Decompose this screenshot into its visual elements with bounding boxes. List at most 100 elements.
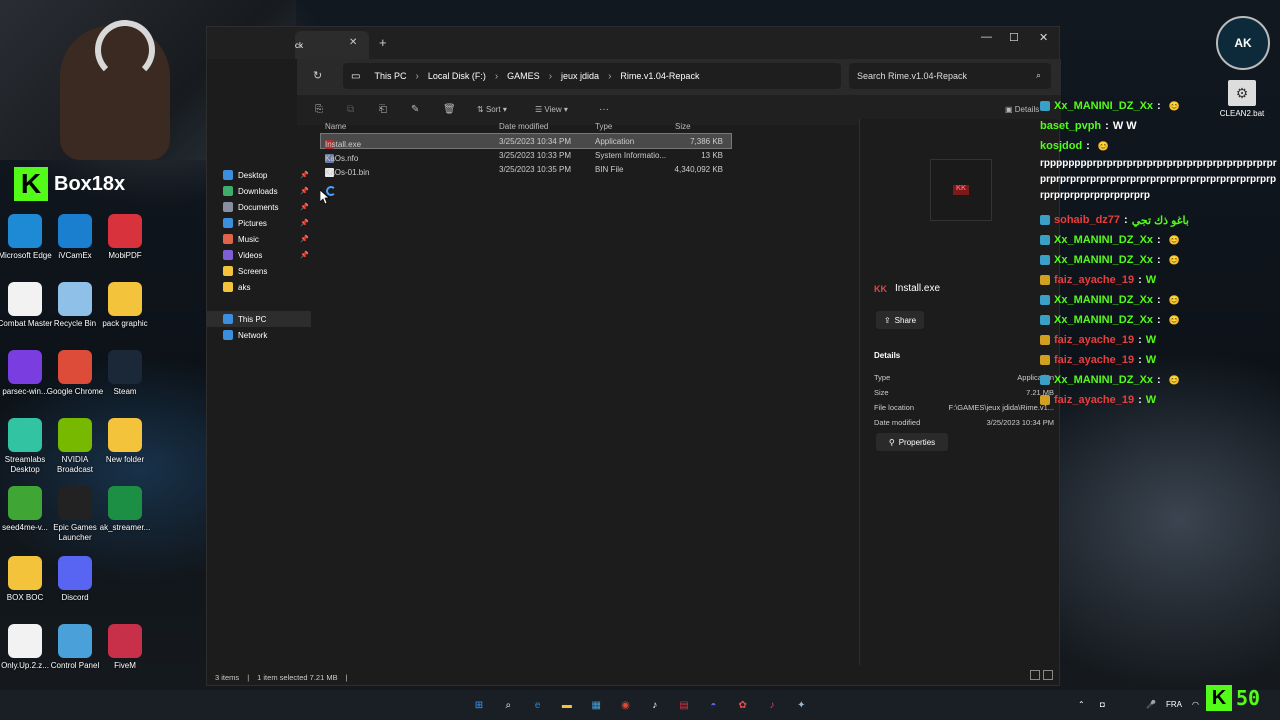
desktop-icon-label: seed4me-v...	[2, 523, 48, 532]
tiles-view-button[interactable]	[1043, 670, 1053, 680]
share-icon: ⇪	[883, 315, 891, 325]
kick-logo-icon: K	[1206, 685, 1232, 711]
nav-item[interactable]: Desktop 📌	[207, 167, 311, 183]
minimize-button[interactable]: —	[981, 31, 992, 43]
chrome-icon	[58, 350, 92, 384]
details-view-button[interactable]	[1030, 670, 1040, 680]
desktop-icon[interactable]: ak_streamer...	[96, 486, 154, 533]
file-icon	[8, 624, 42, 658]
viewer-count: 50	[1236, 686, 1261, 710]
view-button[interactable]: ☰ View ▾	[535, 105, 568, 114]
file-explorer-icon[interactable]: ▬	[558, 696, 576, 714]
refresh-icon[interactable]: ↻	[313, 69, 322, 82]
maximize-button[interactable]: ☐	[1009, 31, 1019, 44]
app-icon[interactable]: ✿	[734, 696, 752, 714]
more-options-icon[interactable]: ···	[599, 104, 609, 115]
blank-icon	[108, 556, 142, 590]
news-icon[interactable]: ▤	[675, 696, 693, 714]
microphone-icon[interactable]: 🎤	[1146, 700, 1156, 709]
cut-icon[interactable]: ⎘	[315, 104, 323, 115]
discord-icon	[58, 556, 92, 590]
desktop-icon[interactable]: MobiPDF	[96, 214, 154, 261]
chat-username: Xx_MANINI_DZ_Xx	[1054, 374, 1154, 386]
properties-button[interactable]: ⚲ Properties	[876, 433, 948, 451]
search-input[interactable]: Search Rime.v1.04-Repack ⌕	[849, 63, 1051, 89]
chat-message-text: W	[1145, 394, 1157, 406]
nav-item[interactable]: This PC	[207, 311, 311, 327]
new-tab-button[interactable]: +	[379, 35, 387, 50]
start-icon[interactable]: ⊞	[470, 696, 488, 714]
nav-item[interactable]: Pictures 📌	[207, 215, 311, 231]
folder-icon	[8, 556, 42, 590]
tiktok-live-icon[interactable]: ♪	[763, 696, 781, 714]
nav-item[interactable]: Network	[207, 327, 311, 343]
breadcrumb[interactable]: ▭ This PC › Local Disk (F:) › GAMES › jeux …	[343, 63, 841, 89]
chat-colon: :	[1138, 354, 1142, 366]
desktop-icon[interactable]: New folder	[96, 418, 154, 465]
nav-item[interactable]: Music 📌	[207, 231, 311, 247]
tab-close-icon[interactable]: ✕	[349, 37, 357, 48]
desktop-icon[interactable]: Steam	[96, 350, 154, 397]
nav-item[interactable]: Videos 📌	[207, 247, 311, 263]
breadcrumb-item[interactable]: This PC	[374, 71, 406, 81]
chevron-up-icon[interactable]: ⌃	[1078, 700, 1085, 709]
file-explorer-window: ck ✕ + — ☐ ✕ ↻ ▭ This PC › Local Disk (F:…	[206, 26, 1061, 686]
column-header-name[interactable]: Name	[325, 122, 346, 131]
chat-overlay: Xx_MANINI_DZ_Xx : 😊 baset_pvph :W Wkosjdod…	[1040, 96, 1280, 410]
desktop-icon[interactable]: pack graphic	[96, 282, 154, 329]
breadcrumb-item[interactable]: Local Disk (F:)	[428, 71, 486, 81]
desktop-icon-label: MobiPDF	[108, 251, 142, 260]
file-date: 3/25/2023 10:33 PM	[499, 151, 572, 160]
store-icon[interactable]: ▦	[587, 696, 605, 714]
sort-button[interactable]: ⇅ Sort ▾	[477, 105, 507, 114]
chat-colon: :	[1105, 120, 1109, 132]
file-row[interactable]: KaOs-01.bin 3/25/2023 10:35 PM BIN File 4,3…	[321, 162, 731, 177]
column-header-type[interactable]: Type	[595, 122, 612, 131]
search-icon[interactable]: ⌕	[499, 696, 517, 714]
edge-icon[interactable]: e	[529, 696, 547, 714]
chat-message-text: باغو ذك تجي	[1131, 214, 1189, 227]
tray-app-icon[interactable]: ◘	[1100, 700, 1105, 709]
breadcrumb-item[interactable]: jeux jdida	[561, 71, 599, 81]
chat-message: sohaib_dz77 : باغو ذك تجي	[1040, 210, 1280, 230]
user-badge-icon	[1040, 295, 1050, 305]
chat-username: faiz_ayache_19	[1054, 274, 1135, 286]
desktop-icon[interactable]: FiveM	[96, 624, 154, 671]
ak-logo: AK	[1216, 16, 1270, 70]
details-toggle-button[interactable]: ▣ Details	[1005, 105, 1039, 114]
chrome-icon[interactable]: ◉	[617, 696, 635, 714]
tiktok-icon[interactable]: ♪	[646, 696, 664, 714]
explorer-tab[interactable]: ck	[295, 31, 369, 59]
nav-item[interactable]: Screens	[207, 263, 311, 279]
chevron-right-icon: ›	[548, 70, 553, 82]
file-preview: KK	[930, 159, 992, 221]
column-header-date[interactable]: Date modified	[499, 122, 548, 131]
chat-message-text: W	[1145, 274, 1157, 286]
music-icon	[223, 234, 233, 244]
streamlabs-icon	[8, 418, 42, 452]
paste-icon[interactable]: ⎗	[379, 104, 387, 115]
chat-colon: :	[1138, 274, 1142, 286]
breadcrumb-item[interactable]: Rime.v1.04-Repack	[620, 71, 699, 81]
desktop-icon	[96, 556, 154, 593]
this-pc-icon	[223, 314, 233, 324]
share-button[interactable]: ⇪ Share	[876, 311, 924, 329]
close-button[interactable]: ✕	[1039, 31, 1048, 44]
steam-icon[interactable]: ✦	[792, 696, 810, 714]
emote-icon: 😊	[1168, 374, 1180, 385]
delete-icon[interactable]: 🗑	[443, 104, 456, 115]
file-type: Application	[595, 137, 635, 146]
wifi-icon[interactable]: ◠	[1192, 700, 1199, 709]
column-header-size[interactable]: Size	[675, 122, 691, 131]
emote-icon: 😊	[1168, 314, 1180, 325]
discord-icon[interactable]: ◓	[704, 696, 722, 714]
nav-item[interactable]: Downloads 📌	[207, 183, 311, 199]
nav-item[interactable]: Documents 📌	[207, 199, 311, 215]
copy-icon[interactable]: ⧉	[347, 104, 354, 115]
breadcrumb-item[interactable]: GAMES	[507, 71, 540, 81]
file-row[interactable]: KaOs.nfo 3/25/2023 10:33 PM System Informa…	[321, 148, 731, 163]
language-indicator[interactable]: FRA	[1166, 700, 1182, 709]
nav-item[interactable]: aks	[207, 279, 311, 295]
rename-icon[interactable]: ✎	[411, 104, 419, 115]
file-row[interactable]: Install.exe 3/25/2023 10:34 PM Application…	[320, 133, 732, 149]
